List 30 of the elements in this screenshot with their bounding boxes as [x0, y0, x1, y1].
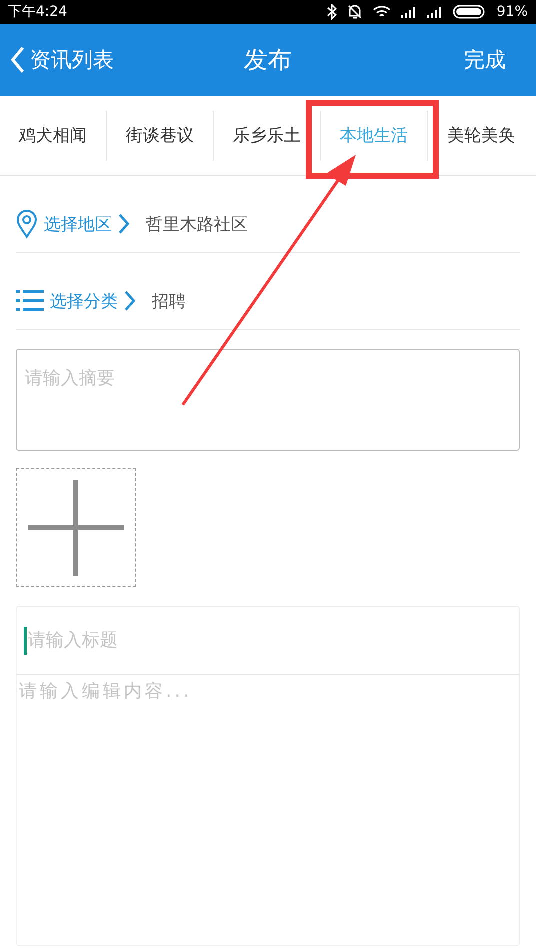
battery-percent: 91%	[496, 4, 528, 20]
category-tab[interactable]: 美轮美奂	[428, 110, 535, 160]
back-label: 资讯列表	[30, 47, 114, 74]
editor-panel[interactable]: 请输入标题 请输入编辑内容...	[16, 606, 520, 946]
category-tab[interactable]: 街谈巷议	[107, 110, 214, 160]
text-cursor	[24, 626, 27, 654]
location-pin-icon	[16, 209, 38, 239]
wifi-icon	[372, 5, 391, 19]
picker-value: 招聘	[152, 290, 186, 312]
list-icon	[16, 289, 44, 313]
bluetooth-icon	[326, 4, 337, 20]
category-tab[interactable]: 乐乡乐土	[214, 110, 321, 160]
picker-link[interactable]: 选择分类	[50, 290, 118, 312]
picker-link[interactable]: 选择地区	[44, 212, 112, 236]
done-button[interactable]: 完成	[464, 46, 526, 74]
category-tab[interactable]: 鸡犬相闻	[0, 110, 107, 160]
signal-icon	[426, 6, 443, 18]
summary-field[interactable]: 请输入摘要	[16, 349, 520, 451]
plus-icon	[28, 480, 124, 576]
chevron-left-icon	[10, 46, 26, 74]
battery-icon	[452, 5, 487, 19]
status-time: 下午4:24	[8, 3, 68, 21]
chevron-right-icon	[124, 290, 136, 312]
back-button[interactable]: 资讯列表	[10, 46, 114, 74]
signal-icon	[400, 6, 417, 18]
picker-value: 哲里木路社区	[146, 214, 248, 236]
chevron-right-icon	[118, 213, 130, 235]
page-title: 发布	[244, 45, 292, 76]
add-image-button[interactable]	[16, 468, 136, 587]
muted-bell-icon	[346, 4, 363, 20]
